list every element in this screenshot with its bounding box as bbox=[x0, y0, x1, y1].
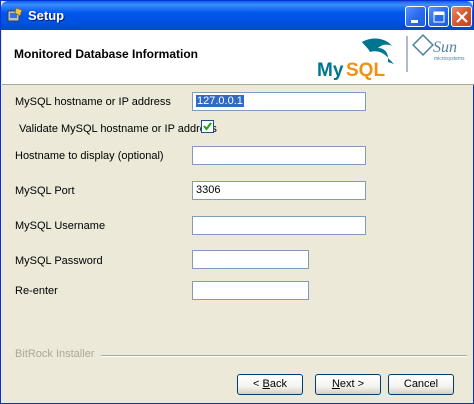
reenter-password-input[interactable] bbox=[192, 281, 309, 300]
installer-brand: BitRock Installer bbox=[15, 348, 95, 360]
next-label-rest: ext > bbox=[339, 378, 365, 390]
maximize-icon bbox=[433, 11, 445, 23]
logo-mysql-text: My bbox=[317, 60, 344, 81]
cancel-button[interactable]: Cancel bbox=[388, 374, 454, 395]
validate-checkbox[interactable] bbox=[201, 120, 214, 133]
display-hostname-label: Hostname to display (optional) bbox=[15, 150, 164, 162]
mysql-sun-logo: My SQL Sun microsystems bbox=[317, 34, 465, 81]
minimize-icon bbox=[411, 20, 418, 23]
password-label: MySQL Password bbox=[15, 255, 103, 267]
setup-app-icon bbox=[7, 7, 23, 22]
close-icon bbox=[456, 11, 468, 23]
close-button[interactable] bbox=[451, 6, 472, 27]
footer-separator bbox=[101, 355, 467, 357]
display-hostname-input[interactable] bbox=[192, 146, 366, 165]
back-button[interactable]: < Back bbox=[237, 374, 303, 395]
maximize-button[interactable] bbox=[428, 6, 449, 27]
hostname-input[interactable]: 127.0.0.1 bbox=[192, 92, 366, 111]
port-input[interactable]: 3306 bbox=[192, 181, 366, 200]
title-bar[interactable]: Setup bbox=[1, 1, 473, 30]
back-accelerator: B bbox=[262, 378, 270, 390]
next-button[interactable]: Next > bbox=[315, 374, 381, 395]
reenter-label: Re-enter bbox=[15, 285, 58, 297]
password-input[interactable] bbox=[192, 250, 309, 269]
setup-window: Setup Monitored Database Information My … bbox=[0, 0, 474, 404]
logo-sql-text: SQL bbox=[346, 60, 385, 81]
window-title: Setup bbox=[28, 8, 65, 23]
validate-label: Validate MySQL hostname or IP address bbox=[19, 123, 217, 135]
wizard-header: Monitored Database Information My SQL Su… bbox=[2, 30, 474, 85]
username-label: MySQL Username bbox=[15, 220, 106, 232]
next-accelerator: N bbox=[331, 378, 340, 390]
logo-sun-text: Sun bbox=[433, 39, 457, 56]
checkmark-icon bbox=[203, 122, 212, 131]
sun-logo-mark bbox=[412, 34, 434, 56]
username-input[interactable] bbox=[192, 216, 366, 235]
logo-sun-sub-text: microsystems bbox=[434, 56, 465, 62]
hostname-value: 127.0.0.1 bbox=[196, 95, 244, 107]
back-prefix: < bbox=[253, 378, 263, 390]
hostname-label: MySQL hostname or IP address bbox=[15, 96, 171, 108]
port-label: MySQL Port bbox=[15, 185, 75, 197]
back-label-rest: ack bbox=[269, 378, 287, 390]
minimize-button[interactable] bbox=[405, 6, 426, 27]
page-title: Monitored Database Information bbox=[14, 47, 199, 61]
